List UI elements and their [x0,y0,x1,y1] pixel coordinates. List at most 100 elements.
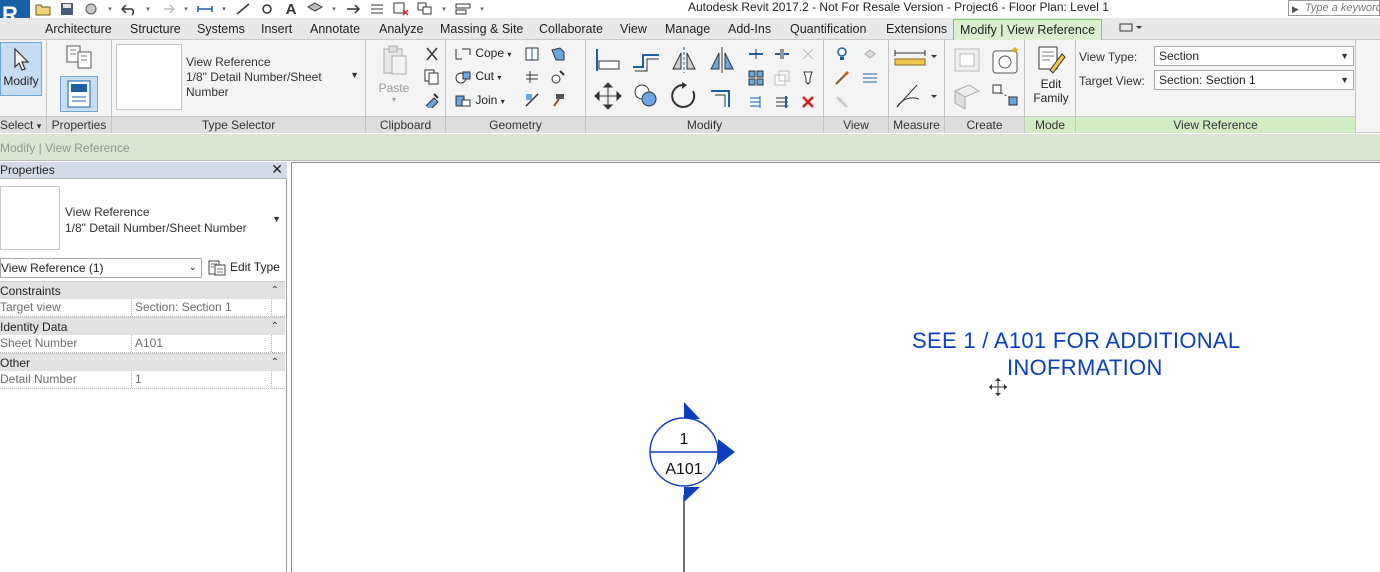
select-panel-title[interactable]: Select ▾ [0,116,46,133]
customize-qat-icon[interactable]: ▾ [478,5,486,13]
undo-icon[interactable] [120,1,138,17]
search-input[interactable]: ▶ Type a keyword [1288,0,1380,16]
split-face-icon[interactable] [522,44,542,64]
measure-icon[interactable] [196,1,214,17]
redo-dropdown-icon[interactable]: ▾ [182,5,190,13]
mirror-draw-axis-icon[interactable] [706,44,738,76]
type-selector-dropdown-icon[interactable]: ▼ [350,70,359,80]
annotation-text-note[interactable]: SEE 1 / A101 FOR ADDITIONAL INOFRMATION [912,327,1312,381]
ribbon-minimize-toggle[interactable] [1118,22,1144,36]
create-parts-icon[interactable] [949,80,985,112]
tag-icon[interactable] [258,1,276,17]
mirror-pick-axis-icon[interactable] [668,44,700,76]
close-hidden-windows-icon[interactable] [392,1,410,17]
copy-element-icon[interactable] [630,80,662,112]
tab-insert[interactable]: Insert [261,18,292,40]
split-element-icon[interactable] [746,44,766,64]
tab-annotate[interactable]: Annotate [310,18,360,40]
tab-quantification[interactable]: Quantification [790,18,866,40]
view-reference-tag[interactable]: 1 A101 [648,399,748,572]
tab-add-ins[interactable]: Add-Ins [728,18,771,40]
linework-icon[interactable] [860,68,880,88]
temporary-hide-icon[interactable] [832,44,852,64]
paste-dropdown-icon[interactable]: ▾ [372,95,416,104]
type-dropdown-icon[interactable]: ▼ [272,214,281,224]
tile-windows-icon[interactable] [454,1,472,17]
group-other[interactable]: Other ⌃ [0,353,285,371]
property-value[interactable]: 1 [132,371,272,388]
default-3d-view-icon[interactable] [306,1,324,17]
edit-type-button[interactable]: Edit Type [208,258,280,278]
drawing-area[interactable]: SEE 1 / A101 FOR ADDITIONAL INOFRMATION … [291,162,1380,572]
unpin-icon[interactable] [798,44,818,64]
switch-windows-icon[interactable] [416,1,434,17]
create-group-icon[interactable] [987,44,1023,76]
copy-icon[interactable] [422,67,442,87]
dimension-icon[interactable] [893,80,937,112]
collapse-icon[interactable]: ⌃ [271,318,279,336]
rotate-icon[interactable] [668,80,700,112]
search-expand-icon[interactable]: ▶ [1292,2,1299,15]
section-icon[interactable] [344,1,362,17]
instance-filter-select[interactable]: View Reference (1) ⌄ [0,258,202,278]
create-assembly-icon[interactable] [949,44,985,76]
tab-structure[interactable]: Structure [130,18,181,40]
target-view-select[interactable]: Section: Section 1 ▼ [1154,70,1354,90]
3d-view-dropdown-icon[interactable]: ▾ [330,5,338,13]
save-icon[interactable] [58,1,76,17]
align-icon[interactable] [592,44,624,76]
tab-extensions[interactable]: Extensions [886,18,947,40]
group-constraints[interactable]: Constraints ⌃ [0,281,285,299]
property-value[interactable]: Section: Section 1 [132,299,272,316]
close-icon[interactable]: ✕ [271,161,283,178]
create-similar-icon[interactable] [987,80,1023,112]
split-with-gap-icon[interactable] [772,44,792,64]
trim-extend-icon[interactable] [706,80,738,112]
remove-paint-icon[interactable] [522,90,542,110]
view-type-select[interactable]: Section ▼ [1154,46,1354,66]
edit-family-button[interactable]: Edit Family [1029,44,1073,105]
aligned-dimension-icon[interactable] [234,1,252,17]
collapse-icon[interactable]: ⌃ [271,354,279,372]
hide-in-view-icon[interactable] [860,44,880,64]
cut-geometry-button[interactable]: Cut ▾ [454,66,501,86]
group-identity-data[interactable]: Identity Data ⌃ [0,317,285,335]
tab-collaborate[interactable]: Collaborate [539,18,603,40]
override-graphics-icon[interactable] [832,68,852,88]
cope-button[interactable]: Cope ▾ [454,43,511,63]
cut-icon[interactable] [422,44,442,64]
property-value[interactable]: A101 [132,335,272,352]
trim-single-icon[interactable] [772,92,792,112]
paste-button[interactable]: Paste ▾ [372,44,416,104]
tab-view[interactable]: View [620,18,647,40]
pin-icon[interactable] [798,68,818,88]
properties-icon[interactable] [63,43,95,75]
modify-button[interactable]: Modify [0,42,42,96]
tab-massing-site[interactable]: Massing & Site [440,18,523,40]
tab-manage[interactable]: Manage [665,18,710,40]
delete-icon[interactable] [798,92,818,112]
tab-modify-view-reference[interactable]: Modify | View Reference [953,19,1103,40]
demolish-icon[interactable] [548,67,568,87]
paint-icon[interactable] [548,44,568,64]
hammer-icon[interactable] [548,90,568,110]
open-icon[interactable] [34,1,52,17]
redo-icon[interactable] [158,1,176,17]
override-by-category-icon[interactable] [832,92,852,112]
sync-dropdown-icon[interactable]: ▾ [106,5,114,13]
panel-type-selector[interactable]: View Reference 1/8" Detail Number/Sheet … [112,40,366,133]
sync-icon[interactable] [82,1,100,17]
switch-windows-dropdown-icon[interactable]: ▾ [440,5,448,13]
offset-icon[interactable] [630,44,662,76]
text-icon[interactable]: A [282,1,300,18]
array-icon[interactable] [746,68,766,88]
tab-analyze[interactable]: Analyze [379,18,423,40]
trim-multiple-icon[interactable] [746,92,766,112]
tab-systems[interactable]: Systems [197,18,245,40]
tab-architecture[interactable]: Architecture [45,18,112,40]
move-icon[interactable] [592,80,624,112]
measure-between-points-icon[interactable] [893,46,937,70]
collapse-icon[interactable]: ⌃ [271,282,279,300]
thin-lines-icon[interactable] [368,1,386,17]
measure-dropdown-icon[interactable]: ▾ [220,5,228,13]
